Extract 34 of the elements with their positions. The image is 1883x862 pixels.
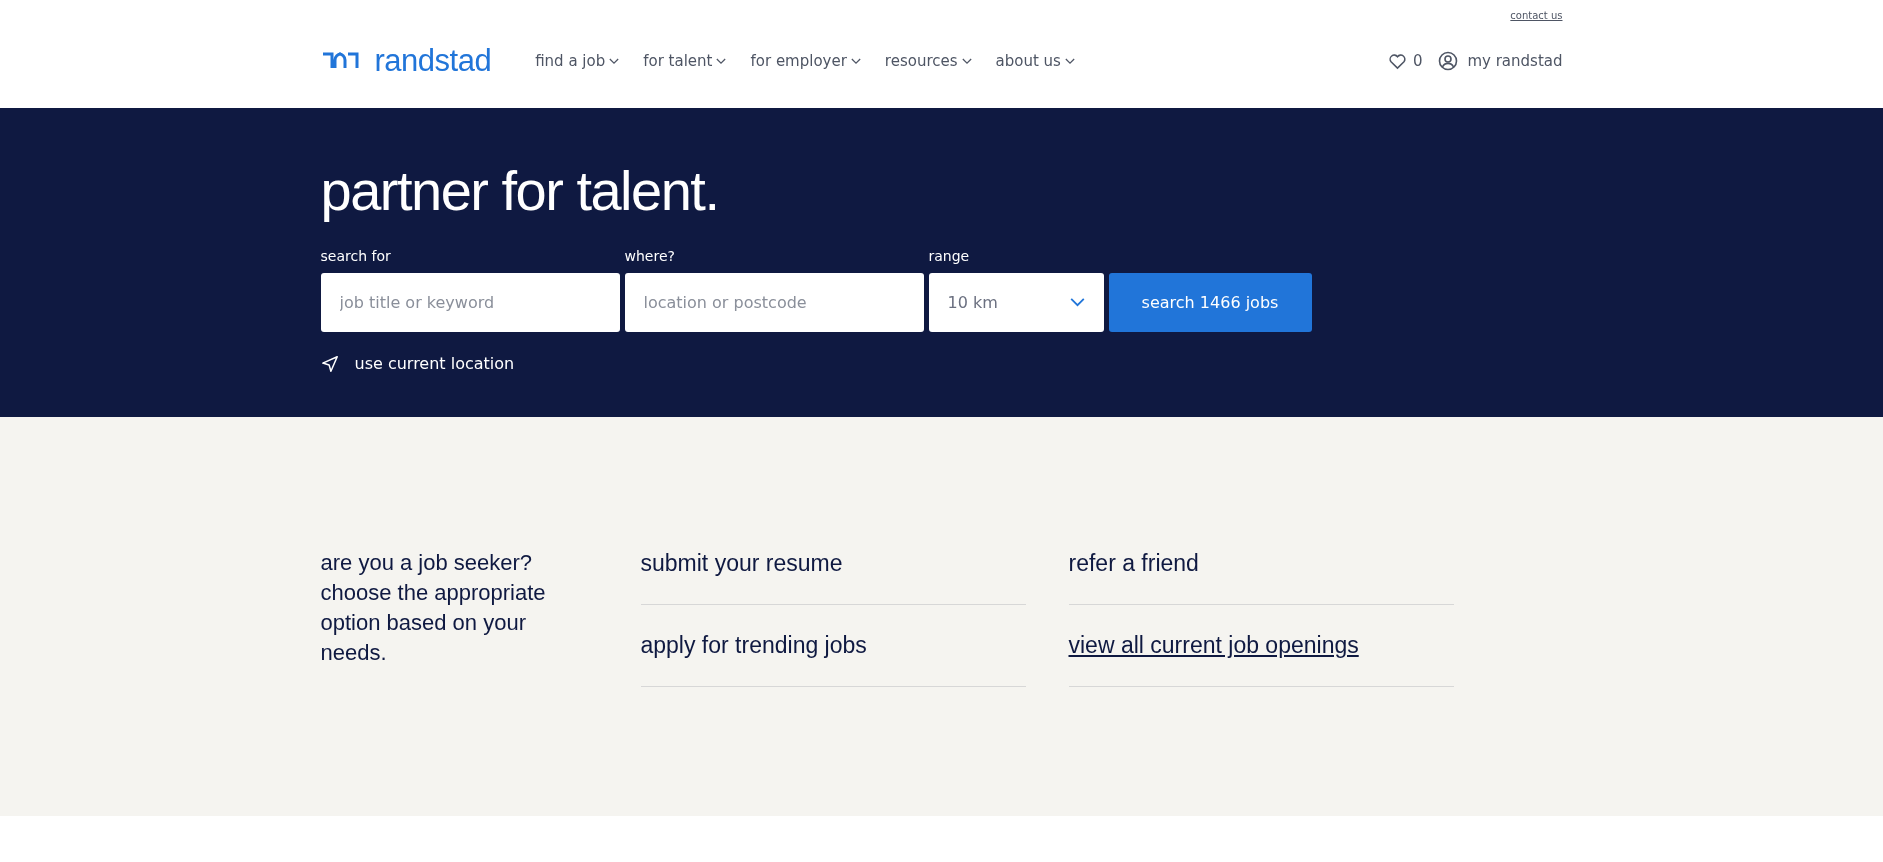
- nav-menu[interactable]: find a job: [535, 52, 620, 70]
- nav-menu[interactable]: for talent: [643, 52, 727, 70]
- nav-menu[interactable]: for employer: [750, 52, 861, 70]
- option-link[interactable]: refer a friend: [1068, 550, 1199, 577]
- account-link[interactable]: my randstad: [1438, 51, 1563, 71]
- contact-link[interactable]: contact us: [1510, 10, 1563, 24]
- user-icon: [1438, 51, 1459, 71]
- field-label: search for: [320, 248, 392, 266]
- caret-icon: [609, 57, 620, 65]
- navigation-arrow-icon: [320, 354, 339, 373]
- nav-menu[interactable]: resources: [884, 52, 972, 70]
- hero-title: partner for talent.: [320, 158, 720, 224]
- caret-icon: [850, 57, 861, 65]
- logo-text: randstad: [374, 43, 492, 79]
- field-label: range: [928, 248, 971, 266]
- intro-text: are you a job seeker? choose the appropriate option based on your needs.: [320, 549, 547, 667]
- nav-menu[interactable]: about us: [995, 52, 1075, 70]
- range-select[interactable]: 10 km: [928, 273, 1104, 332]
- caret-icon: [961, 57, 972, 65]
- search-button[interactable]: search 1466 jobs: [1108, 273, 1312, 332]
- input-field[interactable]: job title or keyword: [320, 273, 620, 332]
- option-link[interactable]: view all current job openings: [1068, 632, 1359, 659]
- input-field[interactable]: location or postcode: [624, 273, 924, 332]
- favorites-link[interactable]: 0: [1387, 51, 1423, 71]
- option-link[interactable]: apply for trending jobs: [640, 632, 867, 659]
- caret-icon: [1064, 57, 1075, 65]
- use-location-link[interactable]: use current location: [320, 354, 515, 373]
- heart-icon: [1387, 51, 1407, 71]
- chevron-down-icon: [1069, 298, 1085, 307]
- option-link[interactable]: submit your resume: [640, 550, 843, 577]
- logo-icon: [320, 52, 359, 70]
- caret-icon: [716, 57, 727, 65]
- logo[interactable]: randstad: [320, 43, 492, 79]
- field-label: where?: [624, 248, 676, 266]
